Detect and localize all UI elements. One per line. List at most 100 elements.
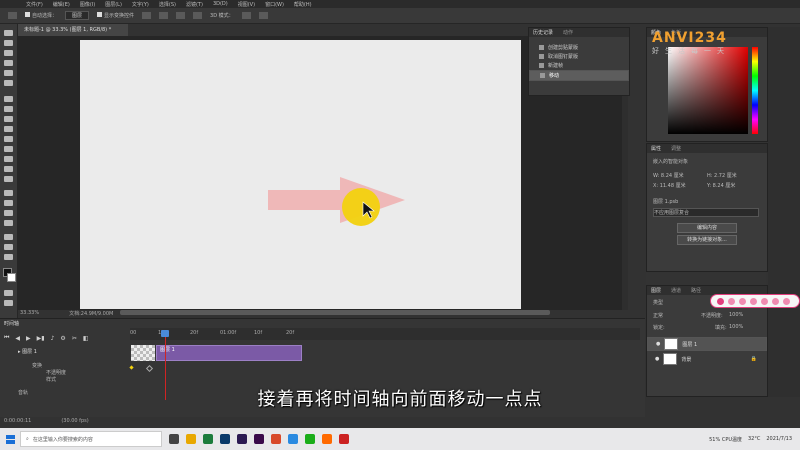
- zoom-level[interactable]: 33.33%: [20, 310, 39, 318]
- task-view-icon[interactable]: [169, 434, 179, 444]
- ime-mode-icon[interactable]: [728, 297, 735, 305]
- history-brush-icon[interactable]: [4, 136, 13, 142]
- orbit-3d-icon[interactable]: [241, 12, 251, 19]
- menu-item[interactable]: 选择(S): [159, 1, 176, 8]
- history-item[interactable]: 创建剪贴蒙版: [529, 43, 629, 52]
- weather[interactable]: 32°C: [748, 436, 760, 442]
- ime-punctuation-icon[interactable]: [739, 297, 746, 305]
- align-center-icon[interactable]: [159, 12, 169, 19]
- width-field[interactable]: W: 8.24 厘米: [653, 172, 684, 179]
- play-icon[interactable]: ▶: [26, 335, 31, 342]
- clone-stamp-icon[interactable]: [4, 126, 13, 132]
- path-select-tool-icon[interactable]: [4, 210, 13, 216]
- menu-item[interactable]: 帮助(H): [294, 1, 312, 8]
- menu-item[interactable]: 视图(V): [238, 1, 255, 8]
- convert-linked-button[interactable]: 转换为链接对象...: [677, 235, 737, 245]
- property-style[interactable]: 样式: [18, 377, 128, 384]
- pan-3d-icon[interactable]: [258, 12, 268, 19]
- file-explorer-icon[interactable]: [186, 434, 196, 444]
- quick-select-tool-icon[interactable]: [4, 60, 13, 66]
- menu-item[interactable]: 3D(D): [213, 1, 228, 7]
- settings-icon[interactable]: ⚙: [60, 335, 65, 342]
- expand-arrow-icon[interactable]: ▸: [18, 349, 21, 355]
- crop-tool-icon[interactable]: [4, 70, 13, 76]
- prev-frame-icon[interactable]: ◀: [15, 335, 20, 342]
- gradient-tool-icon[interactable]: [4, 156, 13, 162]
- ime-logo-icon[interactable]: [717, 297, 724, 305]
- brush-tool-icon[interactable]: [4, 116, 13, 122]
- menu-item[interactable]: 文字(Y): [132, 1, 149, 8]
- eraser-tool-icon[interactable]: [4, 146, 13, 152]
- marquee-tool-icon[interactable]: [4, 40, 13, 46]
- move-tool-icon[interactable]: [8, 12, 17, 19]
- menu-item[interactable]: 图像(I): [80, 1, 95, 8]
- dodge-tool-icon[interactable]: [4, 176, 13, 182]
- blur-tool-icon[interactable]: [4, 166, 13, 172]
- ime-toolbar[interactable]: [710, 294, 800, 308]
- healing-brush-icon[interactable]: [4, 106, 13, 112]
- layer-row[interactable]: ● 背景 🔒: [647, 352, 767, 366]
- edge-icon[interactable]: [288, 434, 298, 444]
- tab-channels[interactable]: 通道: [671, 287, 681, 294]
- menu-item[interactable]: 图层(L): [105, 1, 122, 8]
- ime-voice-icon[interactable]: [761, 297, 768, 305]
- app-icon[interactable]: [339, 434, 349, 444]
- taskbar-search[interactable]: ⌕ 在这里输入你要搜索的内容: [20, 431, 162, 447]
- menu-item[interactable]: 滤镜(T): [186, 1, 203, 8]
- ime-tools-icon[interactable]: [783, 297, 790, 305]
- premiere-icon[interactable]: [237, 434, 247, 444]
- zoom-tool-icon[interactable]: [4, 244, 13, 250]
- auto-select-checkbox[interactable]: 自动选择：: [25, 12, 57, 19]
- opacity-value[interactable]: 100%: [729, 312, 743, 318]
- next-frame-icon[interactable]: ▶▮: [37, 335, 45, 342]
- history-item[interactable]: 移动: [529, 70, 629, 81]
- x-field[interactable]: X: 11.48 厘米: [653, 182, 686, 189]
- audio-icon[interactable]: ♪: [51, 335, 55, 342]
- wechat-icon[interactable]: [305, 434, 315, 444]
- tab-actions[interactable]: 动作: [563, 29, 573, 36]
- property-opacity[interactable]: 不透明度: [18, 370, 128, 377]
- y-field[interactable]: Y: 8.24 厘米: [707, 182, 735, 189]
- timeline-ruler[interactable]: 00 10f 20f 01:00f 10f 20f: [130, 328, 640, 340]
- layer-select-dropdown[interactable]: 图层: [65, 11, 90, 20]
- layer-comp-select[interactable]: 不应用图层复合: [653, 208, 759, 217]
- menu-item[interactable]: 窗口(W): [265, 1, 284, 8]
- blend-mode-select[interactable]: 正常: [653, 312, 663, 319]
- eyedropper-tool-icon[interactable]: [4, 96, 13, 102]
- move-tool-icon[interactable]: [4, 30, 13, 36]
- layer-filter-kind[interactable]: 类型: [653, 299, 663, 306]
- hand-tool-icon[interactable]: [4, 234, 13, 240]
- tab-layers[interactable]: 图层: [651, 287, 661, 294]
- quick-mask-icon[interactable]: [4, 290, 13, 296]
- app-icon[interactable]: [322, 434, 332, 444]
- layer-clip[interactable]: 图层 1: [156, 345, 302, 361]
- more-tools-icon[interactable]: [4, 254, 13, 260]
- transition-icon[interactable]: ◧: [83, 335, 89, 342]
- chrome-icon[interactable]: [271, 434, 281, 444]
- ime-emoji-icon[interactable]: [750, 297, 757, 305]
- show-transform-checkbox[interactable]: 显示变换控件: [97, 12, 134, 19]
- timeline-layer-row[interactable]: ▸ 图层 1: [18, 348, 128, 360]
- document-canvas[interactable]: [80, 40, 521, 309]
- shape-tool-icon[interactable]: [4, 220, 13, 226]
- tab-adjustments[interactable]: 调整: [671, 145, 681, 152]
- fill-value[interactable]: 100%: [729, 324, 743, 330]
- history-item[interactable]: 取消图钉蒙版: [529, 52, 629, 61]
- tab-properties[interactable]: 属性: [651, 145, 661, 152]
- tab-paths[interactable]: 路径: [691, 287, 701, 294]
- lasso-tool-icon[interactable]: [4, 50, 13, 56]
- app-icon[interactable]: [203, 434, 213, 444]
- align-left-icon[interactable]: [142, 12, 152, 19]
- document-tab[interactable]: 未标题-1 @ 33.3% (图层 1, RGB/8) *: [18, 24, 128, 36]
- menu-item[interactable]: 文件(F): [26, 1, 43, 8]
- first-frame-icon[interactable]: ⏮: [4, 334, 9, 342]
- height-field[interactable]: H: 2.72 厘米: [707, 172, 737, 179]
- distribute-icon[interactable]: [193, 12, 203, 19]
- pen-tool-icon[interactable]: [4, 190, 13, 196]
- date[interactable]: 2021/7/13: [766, 436, 792, 442]
- ime-keyboard-icon[interactable]: [772, 297, 779, 305]
- screen-mode-icon[interactable]: [4, 300, 13, 306]
- start-button[interactable]: [0, 428, 20, 450]
- visibility-eye-icon[interactable]: ●: [655, 356, 659, 362]
- layer-row[interactable]: ● 图层 1: [647, 337, 767, 351]
